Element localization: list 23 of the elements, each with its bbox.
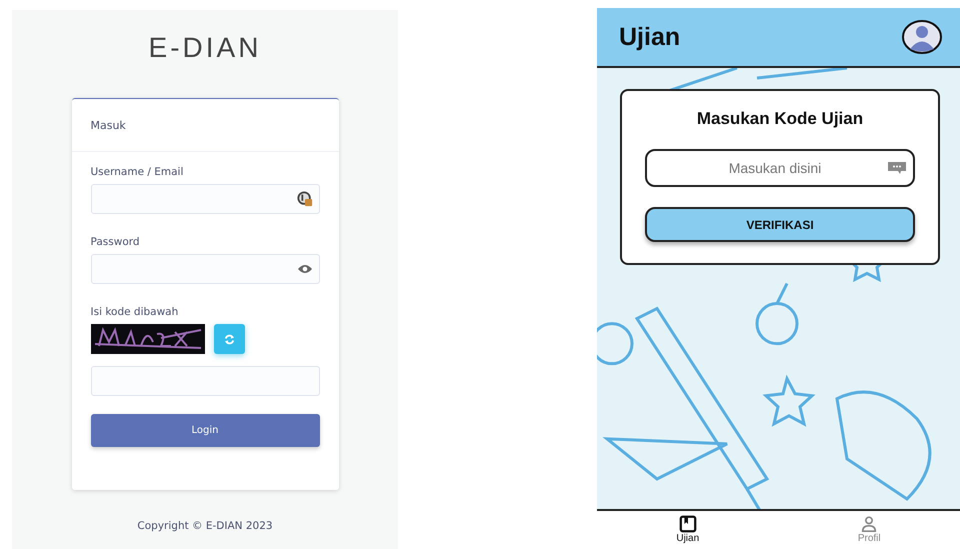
card-title: Masuk: [90, 118, 126, 132]
field-label: Password: [90, 236, 141, 248]
key-lock-icon: [296, 191, 312, 207]
exam-code-field[interactable]: Masukan disini: [645, 149, 915, 187]
login-button[interactable]: Login: [90, 414, 320, 447]
nav-tab[interactable]: Profil: [778, 511, 960, 549]
captcha-label: Isi kode dibawah: [90, 306, 180, 318]
field-label: Username / Email: [90, 166, 184, 178]
avatar-icon[interactable]: [902, 20, 942, 54]
username-field[interactable]: [90, 184, 320, 214]
password-field[interactable]: [90, 254, 320, 284]
person-icon: [860, 515, 878, 533]
verify-button[interactable]: VERIFIKASI: [645, 207, 915, 242]
copyright-footer: Copyright © E-DIAN 2023: [137, 520, 273, 532]
captcha-input-field[interactable]: [90, 366, 320, 396]
refresh-button[interactable]: [214, 324, 244, 354]
brand-title: E-DIAN: [148, 32, 262, 65]
app-title: Ujian: [619, 22, 680, 52]
bookmark-book-icon: [678, 515, 697, 533]
chat-bubble-icon: [887, 161, 907, 175]
dialog-title: Masukan Kode Ujian: [696, 109, 864, 129]
nav-tab[interactable]: Ujian: [597, 511, 778, 549]
refresh-icon: [224, 334, 234, 344]
